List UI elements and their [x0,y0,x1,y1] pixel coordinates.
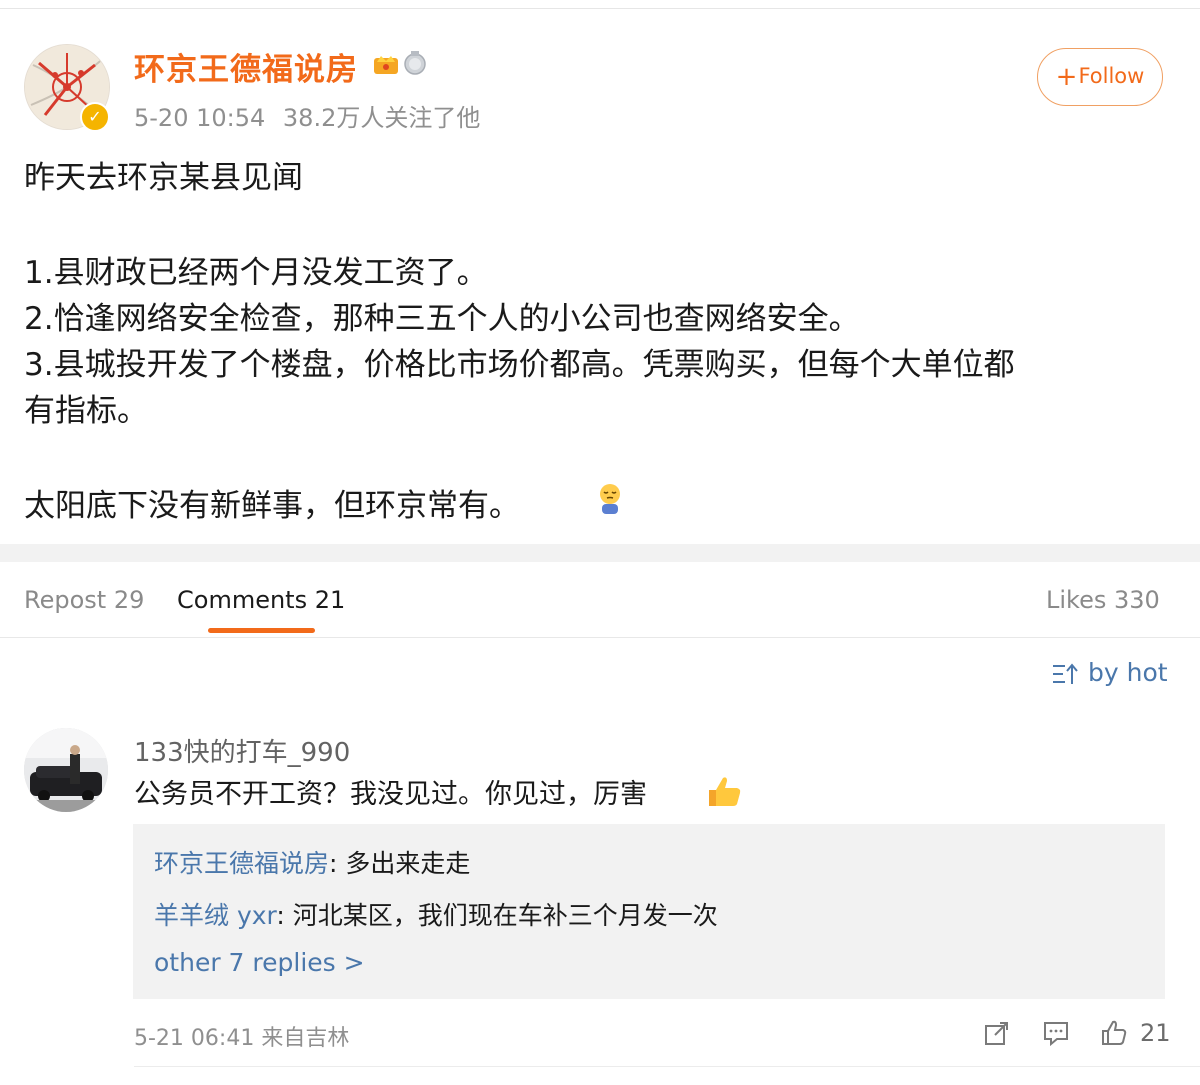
post-line-title: 昨天去环京某县见闻 [24,160,303,196]
follower-count: 38.2万人关注了他 [282,104,481,132]
follow-label: Follow [1078,64,1145,88]
medal-icon [404,51,426,75]
sort-icon[interactable] [1052,662,1078,686]
comment-like-count: 21 [1140,1019,1171,1047]
section-separator [0,544,1200,562]
author-name[interactable]: 环京王德福说房 [134,44,358,89]
sleepy-face-emoji-icon [600,484,620,514]
car-photo-avatar-icon [24,728,108,812]
tab-comments[interactable]: Comments 21 [177,586,345,614]
post-line-3: 3.县城投开发了个楼盘，价格比市场价都高。凭票购买，但每个大单位都 [24,347,1015,383]
commenter-name[interactable]: 133快的打车_990 [134,732,350,769]
follow-button[interactable]: +Follow [1037,48,1163,106]
commenter-avatar[interactable] [24,728,108,812]
tab-likes[interactable]: Likes 330 [1046,586,1160,614]
post-line-1: 1.县财政已经两个月没发工资了。 [24,255,488,291]
reply-item[interactable]: 羊羊绒 yxr: 河北某区，我们现在车补三个月发一次 [154,896,718,932]
like-thumb-icon[interactable] [1101,1020,1127,1046]
top-divider [0,8,1200,9]
post-line-3-cont: 有指标。 [24,393,148,429]
plus-icon: + [1055,62,1078,92]
active-tab-indicator [208,628,315,633]
more-replies-link[interactable]: other 7 replies > [154,948,365,977]
comment-icon[interactable] [1043,1020,1069,1046]
post-meta: 5-20 10:54 38.2万人关注了他 [134,98,480,133]
reply-username[interactable]: 羊羊绒 yxr [154,901,276,930]
weibo-post-page: ✓ 环京王德福说房 5-20 10:54 38.2万人关注了他 +Follow … [0,0,1200,1085]
sort-by-hot-button[interactable]: by hot [1088,658,1168,687]
vip-crown-icon [374,56,398,74]
tabs-divider [0,637,1200,638]
tab-repost[interactable]: Repost 29 [24,586,144,614]
verified-badge-icon: ✓ [80,102,110,132]
reply-text: : 多出来走走 [329,849,471,878]
reply-username[interactable]: 环京王德福说房 [154,849,329,878]
reply-text: : 河北某区，我们现在车补三个月发一次 [276,901,718,930]
comment-text: 公务员不开工资？我没见过。你见过，厉害 [134,779,647,810]
reply-item[interactable]: 环京王德福说房: 多出来走走 [154,844,470,880]
post-line-closing: 太阳底下没有新鲜事，但环京常有。 [24,488,520,524]
share-icon[interactable] [984,1020,1010,1046]
comment-meta: 5-21 06:41 来自吉林 [134,1026,350,1051]
post-timestamp: 5-20 10:54 [134,104,266,132]
post-line-2: 2.恰逢网络安全检查，那种三五个人的小公司也查网络安全。 [24,301,860,337]
comment-divider [134,1066,1200,1067]
thumbs-up-emoji-icon [709,777,741,806]
